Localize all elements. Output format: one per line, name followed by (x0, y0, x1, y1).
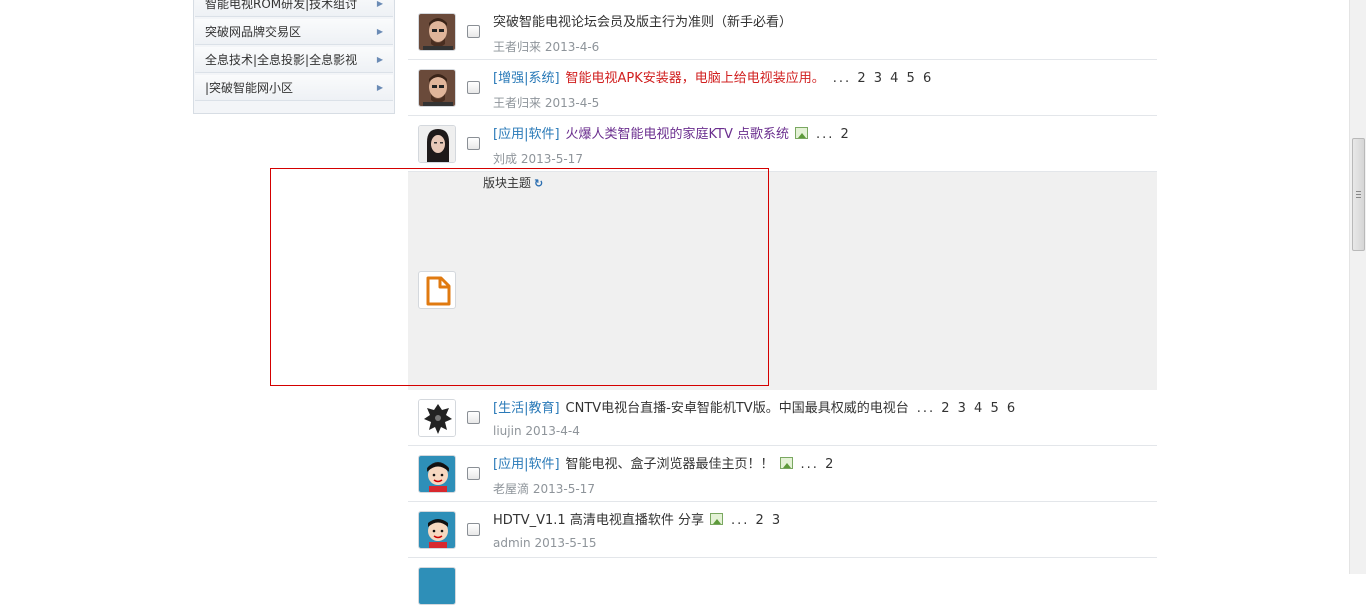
thread-date: 2013-5-15 (534, 536, 597, 550)
sidebar-item-trade[interactable]: 突破网品牌交易区 ▶ (195, 19, 393, 45)
thread-title-link[interactable]: 突破智能电视论坛会员及版主行为准则（新手必看） (493, 15, 792, 30)
woman-avatar[interactable] (418, 125, 456, 163)
thread-checkbox[interactable] (467, 411, 480, 424)
thread-title-line: 突破智能电视论坛会员及版主行为准则（新手必看） (493, 13, 792, 33)
thread-author[interactable]: admin (493, 536, 531, 550)
thread-date: 2013-4-6 (544, 40, 600, 54)
chevron-right-icon: ▶ (376, 83, 383, 92)
thread-pages[interactable]: ... 2 (816, 127, 851, 142)
thread-title-line: [生活|教育] CNTV电视台直播-安卓智能机TV版。中国最具权威的电视台 ... … (493, 399, 1017, 419)
thread-category-link[interactable]: [生活|教育] (493, 401, 560, 416)
sidebar-item-community[interactable]: |突破智能网小区 ▶ (195, 75, 393, 101)
thread-meta: 王者归来 2013-4-5 (493, 94, 599, 111)
sidebar-item-holographic[interactable]: 全息技术|全息投影|全息影视 ▶ (195, 47, 393, 73)
thread-title-line: HDTV_V1.1 高清电视直播软件 分享 ... 2 3 (493, 511, 782, 531)
grip-icon (1356, 191, 1361, 198)
sidebar-item-label: |突破智能网小区 (205, 81, 294, 95)
thread-row: [生活|教育] CNTV电视台直播-安卓智能机TV版。中国最具权威的电视台 ... … (408, 390, 1157, 446)
forum-sidebar: 智能电视ROM研发|技术组讨 ▶ 突破网品牌交易区 ▶ 全息技术|全息投影|全息… (193, 0, 395, 114)
cartoon-avatar[interactable] (418, 511, 456, 549)
thread-category-link[interactable]: [增强|系统] (493, 71, 560, 86)
thread-title-line: [应用|软件] 火爆人类智能电视的家庭KTV 点歌系统 ... 2 (493, 125, 851, 145)
sidebar-item-label: 突破网品牌交易区 (205, 25, 302, 39)
thread-checkbox[interactable] (467, 137, 480, 150)
thread-author[interactable]: 王者归来 (493, 96, 541, 110)
chevron-right-icon: ▶ (376, 55, 383, 64)
thread-checkbox[interactable] (467, 25, 480, 38)
thread-author[interactable]: 老屋滴 (493, 482, 529, 496)
thread-meta: 王者归来 2013-4-6 (493, 38, 599, 55)
scrollbar-thumb[interactable] (1352, 138, 1365, 251)
chevron-right-icon: ▶ (376, 0, 383, 8)
image-attachment-icon (709, 513, 723, 525)
thread-category-link[interactable]: [应用|软件] (493, 127, 560, 142)
chevron-right-icon: ▶ (376, 27, 383, 36)
thread-title-link[interactable]: 智能电视、盒子浏览器最佳主页！！ (566, 457, 774, 472)
thread-pages[interactable]: ... 2 3 (731, 513, 782, 528)
selection-box (270, 168, 769, 386)
thread-checkbox[interactable] (467, 523, 480, 536)
robot-avatar[interactable] (418, 399, 456, 437)
sidebar-item-label: 智能电视ROM研发|技术组讨 (205, 0, 358, 11)
vertical-scrollbar[interactable] (1349, 0, 1366, 574)
thread-pages[interactable]: ... 2 3 4 5 6 (833, 71, 933, 86)
cartoon-avatar[interactable] (418, 567, 456, 605)
thread-date: 2013-5-17 (520, 152, 583, 166)
thread-row: 突破智能电视论坛会员及版主行为准则（新手必看） 王者归来 2013-4-6 (408, 4, 1157, 60)
thread-category-link[interactable]: [应用|软件] (493, 457, 560, 472)
man-avatar[interactable] (418, 69, 456, 107)
thread-meta: 刘成 2013-5-17 (493, 150, 583, 167)
thread-date: 2013-5-17 (532, 482, 595, 496)
image-attachment-icon (779, 457, 793, 469)
sidebar-item-rom[interactable]: 智能电视ROM研发|技术组讨 ▶ (195, 0, 393, 17)
thread-title-link[interactable]: 火爆人类智能电视的家庭KTV 点歌系统 (566, 127, 789, 142)
thread-date: 2013-4-4 (525, 424, 580, 438)
thread-title-link[interactable]: 智能电视APK安装器，电脑上给电视装应用。 (566, 71, 825, 86)
thread-title-line: [增强|系统] 智能电视APK安装器，电脑上给电视装应用。 ... 2 3 4 5 … (493, 69, 933, 89)
sidebar-item-label: 全息技术|全息投影|全息影视 (205, 53, 358, 67)
thread-pages[interactable]: ... 2 3 4 5 6 (917, 401, 1017, 416)
thread-row: [增强|系统] 智能电视APK安装器，电脑上给电视装应用。 ... 2 3 4 5 … (408, 60, 1157, 116)
cartoon-avatar[interactable] (418, 455, 456, 493)
thread-row-partial (408, 558, 1157, 614)
thread-meta: 老屋滴 2013-5-17 (493, 480, 595, 497)
thread-meta: admin 2013-5-15 (493, 536, 597, 550)
thread-checkbox[interactable] (467, 81, 480, 94)
thread-title-link[interactable]: CNTV电视台直播-安卓智能机TV版。中国最具权威的电视台 (566, 401, 909, 416)
thread-row: HDTV_V1.1 高清电视直播软件 分享 ... 2 3 admin 2013-… (408, 502, 1157, 558)
thread-title-link[interactable]: HDTV_V1.1 高清电视直播软件 分享 (493, 513, 704, 528)
image-attachment-icon (795, 127, 809, 139)
thread-row: [应用|软件] 智能电视、盒子浏览器最佳主页！！ ... 2 老屋滴 2013-5-… (408, 446, 1157, 502)
thread-author[interactable]: liujin (493, 424, 522, 438)
thread-date: 2013-4-5 (544, 96, 600, 110)
thread-checkbox[interactable] (467, 467, 480, 480)
man-avatar[interactable] (418, 13, 456, 51)
thread-author[interactable]: 刘成 (493, 152, 517, 166)
thread-row: [应用|软件] 火爆人类智能电视的家庭KTV 点歌系统 ... 2 刘成 2013-… (408, 116, 1157, 172)
thread-meta: liujin 2013-4-4 (493, 424, 580, 438)
thread-title-line: [应用|软件] 智能电视、盒子浏览器最佳主页！！ ... 2 (493, 455, 835, 475)
thread-pages[interactable]: ... 2 (801, 457, 836, 472)
thread-author[interactable]: 王者归来 (493, 40, 541, 54)
